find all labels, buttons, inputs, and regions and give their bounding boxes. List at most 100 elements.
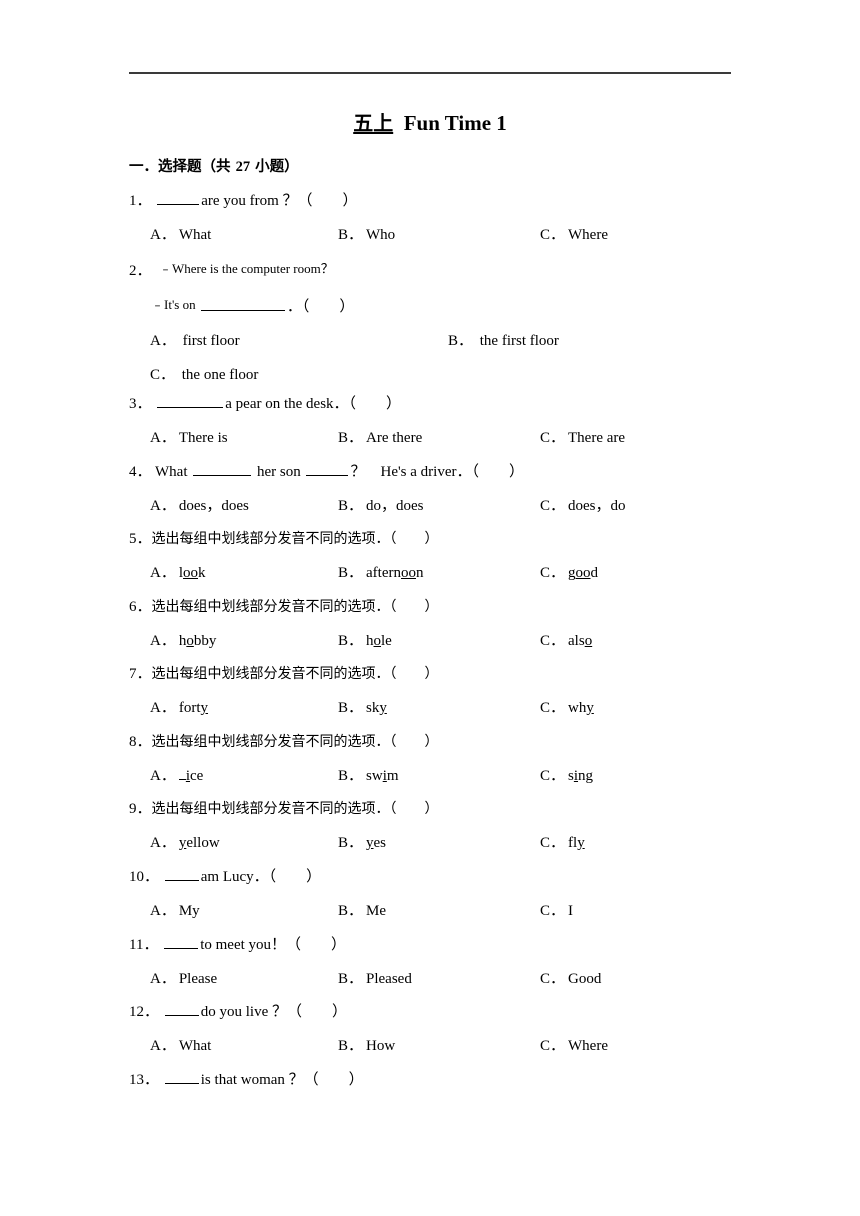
option-marker: C． — [540, 227, 566, 243]
option-c[interactable]: C． sing — [540, 765, 593, 787]
option-a[interactable]: A． What — [150, 224, 211, 246]
option-a[interactable]: A． does，does — [150, 495, 249, 517]
option-b[interactable]: B． How — [338, 1035, 395, 1057]
options-row: A． Please B． Pleased C． Good — [129, 968, 731, 990]
question-number: 1． — [129, 193, 152, 209]
header-rule — [129, 72, 731, 74]
option-a[interactable]: A． My — [150, 900, 200, 922]
option-c[interactable]: C． good — [540, 562, 598, 584]
option-pre: fort — [178, 700, 201, 716]
option-c[interactable]: C． why — [540, 697, 594, 719]
option-c[interactable]: C． does，do — [540, 495, 626, 517]
question-stem: 4． What her son ？ He's a driver．（ ） — [129, 461, 731, 483]
question-stem: 9．选出每组中划线部分发音不同的选项．（ ） — [129, 798, 731, 820]
option-a[interactable]: A． Please — [150, 968, 217, 990]
section-heading-pre: 一．选择题（共 — [129, 159, 236, 175]
option-b[interactable]: B． the first floor — [448, 330, 559, 352]
options-row: A． first floor B． the first floor — [129, 330, 731, 352]
option-b[interactable]: B． afternoon — [338, 562, 424, 584]
answer-blank — [193, 462, 252, 476]
leading-underline — [178, 767, 186, 780]
option-c[interactable]: C． fly — [540, 832, 585, 854]
question-number: 6． — [129, 599, 152, 615]
option-b[interactable]: B． Are there — [338, 427, 422, 449]
option-b[interactable]: B． hole — [338, 630, 392, 652]
option-marker: C． — [540, 768, 566, 784]
stem-part-1: What — [155, 464, 192, 480]
option-underlined-part: y — [577, 835, 585, 851]
dialogue-line-2-pre: ﹣It's on — [151, 297, 199, 312]
option-a[interactable]: A． look — [150, 562, 206, 584]
option-text: I — [568, 903, 574, 919]
stem-text: 选出每组中划线部分发音不同的选项．（ ） — [151, 599, 439, 615]
option-a[interactable]: A． There is — [150, 427, 228, 449]
question-stem: 8．选出每组中划线部分发音不同的选项．（ ） — [129, 731, 731, 753]
option-a[interactable]: A． first floor — [150, 330, 240, 352]
option-pre: g — [568, 565, 576, 581]
option-marker: A． — [150, 971, 176, 987]
options-row: A． What B． How C． Where — [129, 1035, 731, 1057]
question-1: 1． are you from ？（ ） A． What B． Who C． Wher… — [129, 190, 731, 246]
option-marker: C． — [540, 700, 566, 716]
option-text: does，does — [178, 498, 249, 514]
option-underlined-part: o — [373, 633, 382, 649]
option-b[interactable]: B． Pleased — [338, 968, 412, 990]
option-post: ellow — [186, 835, 220, 851]
option-b[interactable]: B． sky — [338, 697, 387, 719]
options-row: A． does，does B． do，does C． does，do — [129, 495, 731, 517]
question-number: 3． — [129, 396, 152, 412]
option-marker: B． — [338, 1038, 364, 1054]
option-b[interactable]: B． Me — [338, 900, 386, 922]
option-b[interactable]: B． swim — [338, 765, 399, 787]
option-c[interactable]: C． the one floor — [150, 364, 258, 386]
option-c[interactable]: C． There are — [540, 427, 625, 449]
option-pre: sk — [366, 700, 380, 716]
question-stem: 3． a pear on the desk．（ ） — [129, 393, 731, 415]
option-marker: C． — [540, 971, 566, 987]
question-stem: 12． do you live ？（ ） — [129, 1001, 731, 1023]
option-text: Good — [568, 971, 602, 987]
option-text: My — [178, 903, 200, 919]
option-c[interactable]: C． also — [540, 630, 592, 652]
question-number: 12． — [129, 1004, 160, 1020]
option-marker: A． — [150, 498, 176, 514]
question-8: 8．选出每组中划线部分发音不同的选项．（ ） A． ice B． swim C． si… — [129, 731, 731, 787]
option-marker: A． — [150, 430, 176, 446]
option-a[interactable]: A． What — [150, 1035, 211, 1057]
answer-blank — [200, 297, 285, 311]
option-b[interactable]: B． yes — [338, 832, 386, 854]
option-a[interactable]: A． hobby — [150, 630, 216, 652]
option-pre: fl — [568, 835, 578, 851]
option-b[interactable]: B． Who — [338, 224, 395, 246]
option-a[interactable]: A． yellow — [150, 832, 220, 854]
option-a[interactable]: A． ice — [150, 765, 203, 787]
option-text: Are there — [366, 430, 423, 446]
option-marker: B． — [338, 498, 364, 514]
option-marker: A． — [150, 903, 176, 919]
option-marker: C． — [540, 633, 566, 649]
option-marker: A． — [150, 700, 176, 716]
question-number: 5． — [129, 531, 152, 547]
question-number: 4． — [129, 464, 152, 480]
option-pre: als — [568, 633, 585, 649]
option-text: Me — [366, 903, 387, 919]
option-text: the one floor — [181, 367, 259, 383]
answer-blank — [164, 1002, 199, 1016]
option-c[interactable]: C． Where — [540, 1035, 608, 1057]
option-marker: B． — [338, 835, 364, 851]
option-text: There is — [178, 430, 228, 446]
answer-blank — [164, 935, 199, 949]
option-c[interactable]: C． Where — [540, 224, 608, 246]
option-a[interactable]: A． forty — [150, 697, 208, 719]
question-3: 3． a pear on the desk．（ ） A． There is B． A… — [129, 393, 731, 449]
question-10: 10． am Lucy．（ ） A． My B． Me C． I — [129, 866, 731, 922]
option-marker: C． — [540, 565, 566, 581]
option-marker: B． — [338, 700, 364, 716]
answer-blank — [164, 1070, 199, 1084]
option-c[interactable]: C． Good — [540, 968, 601, 990]
answer-blank — [157, 191, 200, 205]
option-b[interactable]: B． do，does — [338, 495, 424, 517]
option-marker: B． — [338, 227, 364, 243]
option-c[interactable]: C． I — [540, 900, 573, 922]
question-number: 2． — [129, 263, 152, 279]
